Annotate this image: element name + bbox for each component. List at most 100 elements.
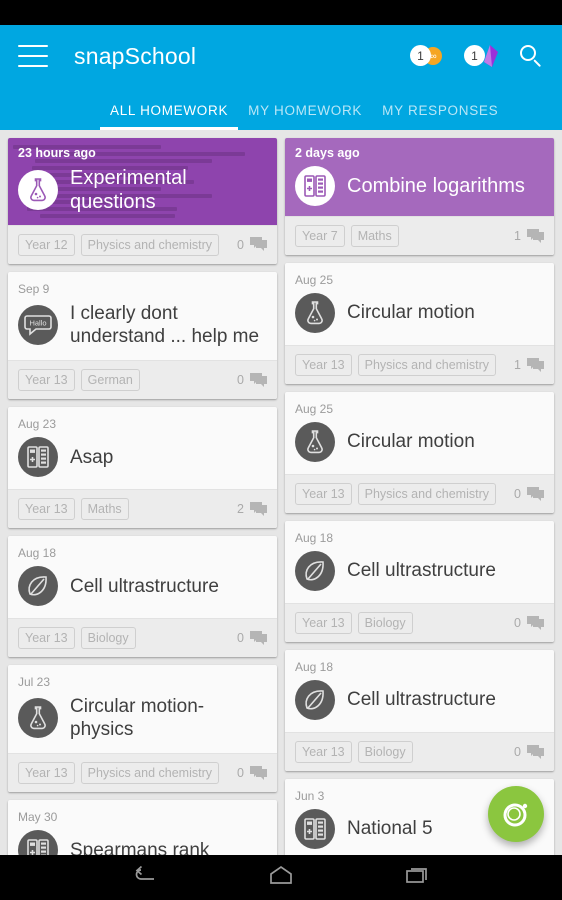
year-chip: Year 13 bbox=[295, 483, 352, 505]
subject-chip: Physics and chemistry bbox=[357, 483, 496, 505]
homework-card[interactable]: 23 hours ago Experimental questions Year… bbox=[8, 138, 277, 264]
card-body: 2 days ago Combine logarithms bbox=[285, 138, 554, 216]
card-date: 2 days ago bbox=[295, 146, 360, 160]
comment-icon bbox=[527, 228, 544, 243]
tab-my-homework[interactable]: MY HOMEWORK bbox=[238, 103, 372, 130]
svg-text:Hallo: Hallo bbox=[29, 318, 46, 327]
card-main: Circular motion bbox=[295, 293, 544, 333]
year-chip: Year 13 bbox=[295, 741, 352, 763]
card-body: Aug 18 Cell ultrastructure bbox=[285, 521, 554, 603]
comment-count[interactable]: 0 bbox=[237, 372, 267, 388]
capture-photo-fab[interactable] bbox=[488, 786, 544, 842]
home-icon[interactable] bbox=[268, 865, 294, 890]
card-date: Sep 9 bbox=[18, 281, 50, 296]
comment-icon bbox=[527, 357, 544, 372]
coin-glyph: ∞ bbox=[430, 51, 437, 61]
tab-bar: ALL HOMEWORK MY HOMEWORK MY RESPONSES bbox=[0, 87, 562, 130]
card-date: Aug 23 bbox=[18, 417, 57, 432]
subject-chip: Physics and chemistry bbox=[80, 762, 219, 785]
subject-chip: Maths bbox=[80, 498, 129, 521]
card-body: Aug 18 Cell ultrastructure bbox=[8, 536, 277, 618]
system-navigation-bar bbox=[0, 855, 562, 900]
comment-count[interactable]: 1 bbox=[514, 357, 544, 373]
hamburger-menu-icon[interactable] bbox=[18, 45, 48, 67]
flask-icon bbox=[30, 706, 46, 730]
card-title: Circular motion bbox=[347, 302, 475, 324]
subject-icon bbox=[18, 566, 58, 607]
subject-chip: Physics and chemistry bbox=[80, 233, 219, 256]
homework-feed[interactable]: 23 hours ago Experimental questions Year… bbox=[0, 130, 562, 855]
comment-icon bbox=[250, 237, 267, 252]
leaf-icon bbox=[28, 576, 47, 596]
flask-icon bbox=[307, 301, 323, 325]
status-bar bbox=[0, 0, 562, 25]
recents-icon[interactable] bbox=[404, 865, 430, 890]
homework-card[interactable]: 2 days ago Combine logarithms Year 7 Mat… bbox=[285, 138, 554, 255]
column-left: 23 hours ago Experimental questions Year… bbox=[8, 138, 277, 855]
gems-badge[interactable]: 1 bbox=[464, 45, 502, 67]
coins-badge[interactable]: ∞ 1 bbox=[410, 45, 448, 67]
calculator-icon bbox=[27, 839, 49, 855]
search-icon[interactable] bbox=[518, 43, 544, 69]
subject-chip: Maths bbox=[350, 225, 399, 247]
homework-card[interactable]: Aug 25 Circular motion Year 13 Physics a… bbox=[285, 392, 554, 513]
tab-my-responses[interactable]: MY RESPONSES bbox=[372, 103, 508, 130]
comment-count[interactable]: 0 bbox=[237, 765, 267, 781]
card-footer: Year 13 Biology 0 bbox=[285, 732, 554, 771]
homework-card[interactable]: Aug 18 Cell ultrastructure Year 13 Biolo… bbox=[285, 650, 554, 771]
card-footer: Year 12 Physics and chemistry 0 bbox=[8, 224, 277, 264]
homework-card[interactable]: Aug 25 Circular motion Year 13 Physics a… bbox=[285, 263, 554, 384]
comment-count-value: 0 bbox=[237, 373, 244, 388]
comment-count-value: 0 bbox=[237, 631, 244, 646]
card-footer: Year 13 Biology 0 bbox=[285, 603, 554, 642]
card-body: Jul 23 Circular motion-physics bbox=[8, 665, 277, 753]
card-body: Aug 25 Circular motion bbox=[285, 263, 554, 345]
comment-count-value: 0 bbox=[514, 616, 521, 630]
column-right: 2 days ago Combine logarithms Year 7 Mat… bbox=[285, 138, 554, 855]
card-columns: 23 hours ago Experimental questions Year… bbox=[0, 130, 562, 855]
year-chip: Year 13 bbox=[18, 498, 75, 521]
year-chip: Year 13 bbox=[295, 612, 352, 634]
card-main: Hallo I clearly dont understand ... help… bbox=[18, 302, 267, 348]
card-title: Experimental questions bbox=[70, 167, 187, 214]
subject-chip: Biology bbox=[357, 741, 413, 763]
comment-count[interactable]: 0 bbox=[514, 615, 544, 631]
homework-card[interactable]: Aug 23 Asap Year 13 Maths 2 bbox=[8, 407, 277, 529]
year-chip: Year 13 bbox=[18, 762, 75, 785]
card-date: Aug 25 bbox=[295, 273, 334, 287]
homework-card[interactable]: Sep 9 Hallo I clearly dont understand ..… bbox=[8, 271, 277, 400]
app-bar: snapSchool ∞ 1 1 ALL HOMEWORK MY HOMEWOR… bbox=[0, 25, 562, 130]
card-title: National 5 bbox=[347, 818, 433, 840]
comment-count[interactable]: 0 bbox=[514, 744, 544, 760]
back-icon[interactable] bbox=[132, 865, 158, 890]
card-body: May 30 Spearmans rank bbox=[8, 800, 277, 855]
comment-icon bbox=[250, 501, 267, 516]
comment-count[interactable]: 0 bbox=[237, 630, 267, 646]
camera-lens-icon bbox=[503, 803, 528, 827]
card-footer: Year 13 Biology 0 bbox=[8, 618, 277, 658]
card-footer: Year 13 Physics and chemistry 0 bbox=[8, 753, 277, 793]
comment-count[interactable]: 2 bbox=[237, 501, 267, 517]
app-title: snapSchool bbox=[74, 42, 197, 69]
subject-icon bbox=[295, 551, 335, 591]
subject-chip: Biology bbox=[80, 627, 136, 650]
speech-bubble-hallo-icon: Hallo bbox=[24, 315, 52, 336]
card-title: Circular motion-physics bbox=[70, 696, 205, 741]
device-screen: snapSchool ∞ 1 1 ALL HOMEWORK MY HOMEWOR… bbox=[0, 0, 562, 900]
subject-icon bbox=[295, 809, 335, 849]
card-main: Cell ultrastructure bbox=[295, 551, 544, 591]
homework-card[interactable]: Aug 18 Cell ultrastructure Year 13 Biolo… bbox=[285, 521, 554, 642]
subject-icon bbox=[295, 293, 335, 333]
subject-chip: German bbox=[80, 369, 140, 392]
card-date: 23 hours ago bbox=[18, 146, 96, 160]
homework-card[interactable]: May 30 Spearmans rank bbox=[8, 800, 277, 855]
homework-card[interactable]: Aug 18 Cell ultrastructure Year 13 Biolo… bbox=[8, 536, 277, 658]
card-title: Spearmans rank bbox=[70, 839, 210, 855]
card-main: Spearmans rank bbox=[18, 830, 267, 855]
homework-card[interactable]: Jul 23 Circular motion-physics Year 13 P… bbox=[8, 665, 277, 793]
comment-count[interactable]: 1 bbox=[514, 228, 544, 244]
comment-count[interactable]: 0 bbox=[237, 237, 267, 252]
comment-count[interactable]: 0 bbox=[514, 486, 544, 502]
tab-all-homework[interactable]: ALL HOMEWORK bbox=[100, 103, 239, 130]
card-main: Circular motion bbox=[295, 422, 544, 462]
